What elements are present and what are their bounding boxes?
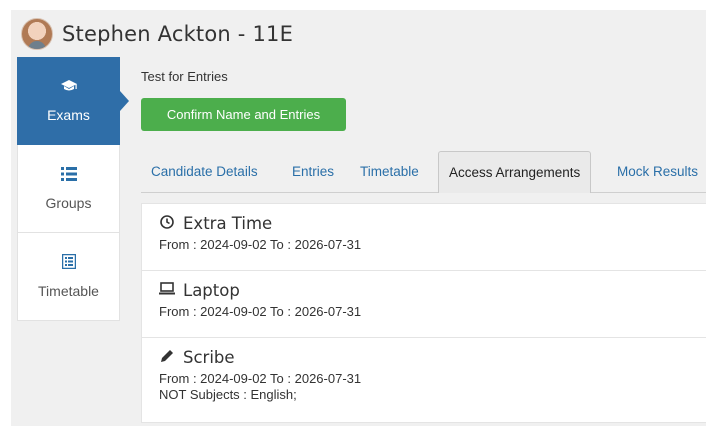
list-item: Laptop From : 2024-09-02 To : 2026-07-31	[142, 271, 706, 338]
subject-title: Test for Entries	[141, 69, 228, 84]
arrangement-dates: From : 2024-09-02 To : 2026-07-31	[159, 304, 362, 319]
clock-icon	[159, 214, 175, 233]
list-item: Extra Time From : 2024-09-02 To : 2026-0…	[142, 204, 706, 271]
sidebar-item-label: Groups	[45, 194, 92, 211]
arrangement-title: Laptop	[183, 281, 240, 300]
arrangement-note: NOT Subjects : English;	[159, 387, 297, 402]
sidebar-item-label: Exams	[47, 107, 90, 123]
sidebar-item-timetable[interactable]: Timetable	[17, 233, 120, 321]
list-icon	[60, 166, 77, 185]
tab-timetable[interactable]: Timetable	[350, 151, 429, 192]
tab-bar: Candidate Details Entries Timetable Acce…	[141, 151, 706, 193]
confirm-name-entries-button[interactable]: Confirm Name and Entries	[141, 98, 346, 131]
tab-mock-results[interactable]: Mock Results	[607, 151, 706, 192]
arrangement-title: Extra Time	[183, 214, 273, 233]
tab-access-arrangements[interactable]: Access Arrangements	[438, 151, 592, 193]
arrangement-dates: From : 2024-09-02 To : 2026-07-31	[159, 237, 362, 252]
tab-entries[interactable]: Entries	[282, 151, 344, 192]
tab-candidate-details[interactable]: Candidate Details	[141, 151, 268, 192]
pencil-icon	[159, 349, 175, 367]
student-name: Stephen Ackton - 11E	[62, 21, 294, 46]
graduation-cap-icon	[60, 79, 78, 97]
arrangement-dates: From : 2024-09-02 To : 2026-07-31	[159, 371, 362, 386]
laptop-icon	[159, 282, 175, 299]
access-arrangements-list: Extra Time From : 2024-09-02 To : 2026-0…	[141, 203, 706, 423]
student-header: Stephen Ackton - 11E	[11, 10, 706, 57]
avatar	[21, 17, 53, 50]
sidebar: Exams Groups Timetable	[17, 57, 129, 321]
arrangement-title: Scribe	[183, 348, 235, 367]
timetable-icon	[61, 253, 76, 273]
sidebar-item-exams[interactable]: Exams	[17, 57, 129, 145]
list-item: Scribe From : 2024-09-02 To : 2026-07-31…	[142, 338, 706, 422]
sidebar-item-label: Timetable	[38, 283, 99, 299]
sidebar-item-groups[interactable]: Groups	[17, 145, 120, 233]
